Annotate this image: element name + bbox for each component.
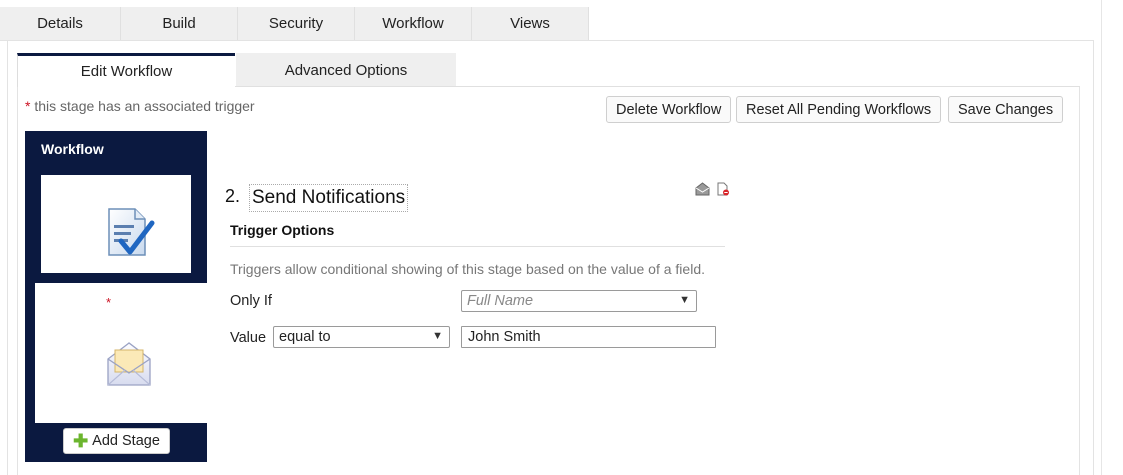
tab-label: Security xyxy=(268,15,324,32)
tab-build[interactable]: Build xyxy=(121,7,238,40)
operator-selected-value: equal to xyxy=(279,329,331,345)
plus-icon: ✚ xyxy=(73,431,89,451)
reset-pending-workflows-button[interactable]: Reset All Pending Workflows xyxy=(736,96,942,123)
tab-label: Views xyxy=(510,15,550,32)
only-if-label: Only If xyxy=(230,293,272,309)
trigger-value-text: John Smith xyxy=(468,329,541,345)
trigger-note: * this stage has an associated trigger xyxy=(25,98,255,114)
trigger-value-input[interactable]: John Smith xyxy=(461,326,716,348)
workflow-stages-sidebar: Workflow * ✚ Add Stage xyxy=(25,131,207,462)
chevron-down-icon: ▼ xyxy=(679,294,690,306)
trigger-note-text: this stage has an associated trigger xyxy=(30,98,255,114)
trigger-divider xyxy=(230,246,725,247)
delete-stage-icon[interactable] xyxy=(716,182,730,196)
tab-label: Details xyxy=(37,15,83,32)
tab-details[interactable]: Details xyxy=(0,7,121,40)
main-tab-bar: Details Build Security Workflow Views xyxy=(0,7,589,40)
operator-select[interactable]: equal to ▼ xyxy=(273,326,450,348)
trigger-description: Triggers allow conditional showing of th… xyxy=(230,261,705,277)
stage-card-form[interactable] xyxy=(41,175,191,273)
subtab-divider xyxy=(235,86,1080,87)
delete-workflow-button[interactable]: Delete Workflow xyxy=(606,96,732,123)
tab-label: Build xyxy=(162,15,196,32)
form-check-icon xyxy=(108,208,155,256)
field-select-placeholder: Full Name xyxy=(467,293,534,309)
page-edge-rule xyxy=(1101,0,1102,475)
stage-number: 2. xyxy=(225,186,241,206)
subtab-label: Advanced Options xyxy=(284,61,408,79)
value-label: Value xyxy=(230,330,267,346)
trigger-field-select[interactable]: Full Name ▼ xyxy=(461,290,697,312)
tab-views[interactable]: Views xyxy=(472,7,589,40)
stage-name-editable[interactable]: Send Notifications xyxy=(249,184,409,212)
tab-workflow[interactable]: Workflow xyxy=(355,7,472,40)
stage-card-send-notifications[interactable]: * xyxy=(35,283,207,423)
subtab-label: Edit Workflow xyxy=(80,63,173,80)
subtab-edit-workflow[interactable]: Edit Workflow xyxy=(17,53,235,87)
subtab-advanced-options[interactable]: Advanced Options xyxy=(236,53,456,87)
trigger-options-heading: Trigger Options xyxy=(230,222,335,238)
add-stage-label: Add Stage xyxy=(92,433,160,449)
chevron-down-icon: ▼ xyxy=(432,330,443,342)
add-stage-button[interactable]: ✚ Add Stage xyxy=(63,428,170,454)
trigger-marker: * xyxy=(106,295,112,310)
save-changes-button[interactable]: Save Changes xyxy=(948,96,1064,123)
email-settings-icon[interactable] xyxy=(695,182,710,196)
workflow-title: Workflow xyxy=(41,141,104,157)
tab-security[interactable]: Security xyxy=(238,7,355,40)
envelope-icon xyxy=(107,342,151,386)
tab-label: Workflow xyxy=(382,15,444,32)
